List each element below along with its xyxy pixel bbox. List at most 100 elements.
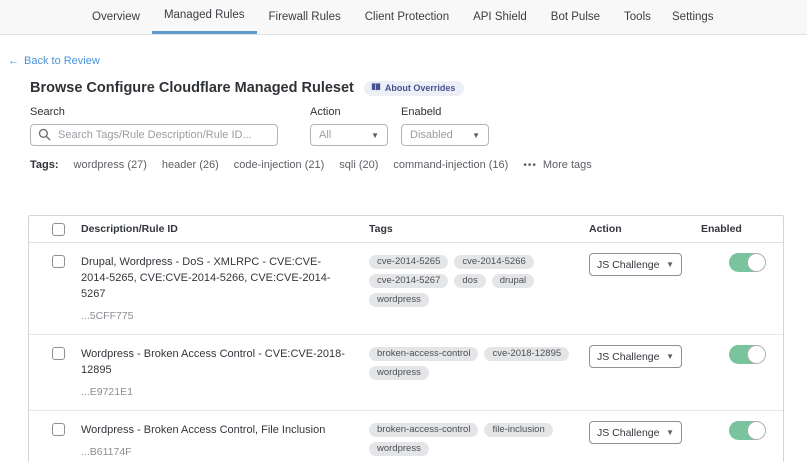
rule-action-select[interactable]: JS Challenge▼ <box>589 253 682 276</box>
row-checkbox[interactable] <box>52 347 65 360</box>
chevron-down-icon: ▼ <box>666 260 674 269</box>
rule-enabled-cell <box>701 411 783 462</box>
rule-tag-pill: cve-2014-5265 <box>369 255 448 269</box>
tag-filter-link[interactable]: code-injection (21) <box>234 159 325 171</box>
action-filter-value: All <box>319 129 331 141</box>
tab-api-shield[interactable]: API Shield <box>461 0 539 34</box>
rule-action-select[interactable]: JS Challenge▼ <box>589 345 682 368</box>
tag-filter-link[interactable]: sqli (20) <box>339 159 378 171</box>
about-overrides-badge[interactable]: About Overrides <box>364 81 465 96</box>
rule-description: Wordpress - Broken Access Control - CVE:… <box>81 347 349 379</box>
row-checkbox[interactable] <box>52 423 65 436</box>
chevron-down-icon: ▼ <box>371 131 379 140</box>
chevron-down-icon: ▼ <box>472 131 480 140</box>
enabled-filter-value: Disabled <box>410 129 453 141</box>
search-label: Search <box>30 106 278 118</box>
rule-tag-pill: broken-access-control <box>369 347 478 361</box>
tab-bot-pulse[interactable]: Bot Pulse <box>539 0 612 34</box>
rule-action-value: JS Challenge <box>597 427 659 439</box>
rule-tag-pill: wordpress <box>369 293 429 307</box>
more-tags-label: More tags <box>543 159 592 171</box>
table-body: Drupal, Wordpress - DoS - XMLRPC - CVE:C… <box>29 243 783 462</box>
more-tags-link[interactable]: ••• More tags <box>523 159 591 171</box>
rule-action-cell: JS Challenge▼ <box>589 335 701 410</box>
rule-description: Drupal, Wordpress - DoS - XMLRPC - CVE:C… <box>81 255 349 303</box>
toggle-knob <box>747 253 766 272</box>
enabled-toggle[interactable] <box>729 345 765 364</box>
chevron-down-icon: ▼ <box>666 428 674 437</box>
managed-ruleset-page: OverviewManaged RulesFirewall RulesClien… <box>0 0 807 462</box>
tag-filter-link[interactable]: header (26) <box>162 159 219 171</box>
tab-client-protection[interactable]: Client Protection <box>353 0 461 34</box>
search-icon <box>38 128 51 141</box>
table-row: Wordpress - Broken Access Control, File … <box>29 411 783 462</box>
nav-tabs: OverviewManaged RulesFirewall RulesClien… <box>80 0 663 34</box>
tag-filter-link[interactable]: wordpress (27) <box>74 159 147 171</box>
rule-tag-pill: cve-2014-5266 <box>454 255 533 269</box>
back-arrow-icon: ← <box>8 55 19 67</box>
rule-tags-cell: broken-access-control file-inclusion wordp… <box>369 411 589 462</box>
action-filter: Action All ▼ <box>310 106 388 146</box>
tab-settings[interactable]: Settings <box>672 0 714 34</box>
col-description: Description/Rule ID <box>81 223 369 235</box>
rule-enabled-cell <box>701 243 783 334</box>
tag-filter-link[interactable]: command-injection (16) <box>393 159 508 171</box>
rule-tag-pill: broken-access-control <box>369 423 478 437</box>
action-label: Action <box>310 106 388 118</box>
book-icon <box>371 83 381 92</box>
enabled-toggle[interactable] <box>729 253 765 272</box>
tags-bar: Tags: wordpress (27) header (26) code-inje… <box>30 159 592 171</box>
rule-description-cell: Drupal, Wordpress - DoS - XMLRPC - CVE:C… <box>81 243 369 334</box>
table-row: Wordpress - Broken Access Control - CVE:… <box>29 335 783 411</box>
rule-tags-cell: cve-2014-5265 cve-2014-5266 cve-2014-5267 d… <box>369 243 589 334</box>
col-enabled: Enabled <box>701 223 783 235</box>
rule-tag-pill: wordpress <box>369 442 429 456</box>
rule-tag-pill: dos <box>454 274 485 288</box>
table-header-row: Description/Rule ID Tags Action Enabled <box>29 216 783 243</box>
search-filter: Search <box>30 106 278 146</box>
ellipsis-icon: ••• <box>523 160 537 171</box>
row-checkbox-cell <box>29 243 81 334</box>
tab-managed-rules[interactable]: Managed Rules <box>152 0 257 34</box>
tab-overview[interactable]: Overview <box>80 0 152 34</box>
rules-table: Description/Rule ID Tags Action Enabled … <box>28 215 784 462</box>
rule-enabled-cell <box>701 335 783 410</box>
col-action: Action <box>589 223 701 235</box>
select-all-checkbox[interactable] <box>52 223 65 236</box>
toggle-knob <box>747 345 766 364</box>
rule-description-cell: Wordpress - Broken Access Control, File … <box>81 411 369 462</box>
enabled-label: Enabeld <box>401 106 489 118</box>
chevron-down-icon: ▼ <box>666 352 674 361</box>
badge-label: About Overrides <box>385 83 456 93</box>
tag-filter-links: wordpress (27) header (26) code-injection … <box>74 159 509 171</box>
rule-tag-pill: cve-2014-5267 <box>369 274 448 288</box>
search-input[interactable] <box>30 124 278 146</box>
back-to-review-link[interactable]: ← Back to Review <box>8 55 100 67</box>
action-filter-select[interactable]: All ▼ <box>310 124 388 146</box>
enabled-filter-select[interactable]: Disabled ▼ <box>401 124 489 146</box>
tab-firewall-rules[interactable]: Firewall Rules <box>257 0 353 34</box>
rule-id: ...E9721E1 <box>81 385 349 400</box>
table-row: Drupal, Wordpress - DoS - XMLRPC - CVE:C… <box>29 243 783 335</box>
rule-id: ...5CFF775 <box>81 309 349 324</box>
rule-id: ...B61174F <box>81 445 349 460</box>
top-nav: OverviewManaged RulesFirewall RulesClien… <box>0 0 807 35</box>
row-checkbox-cell <box>29 335 81 410</box>
col-tags: Tags <box>369 223 589 235</box>
rule-tag-pill: file-inclusion <box>484 423 552 437</box>
rule-action-select[interactable]: JS Challenge ▼ <box>589 421 682 444</box>
page-title: Browse Configure Cloudflare Managed Rule… <box>30 80 354 96</box>
enabled-toggle[interactable] <box>729 421 765 440</box>
rule-tag-pill: cve-2018-12895 <box>484 347 569 361</box>
tags-bar-label: Tags: <box>30 159 59 171</box>
rule-tags-cell: broken-access-controlcve-2018-12895wordp… <box>369 335 589 410</box>
rule-description-cell: Wordpress - Broken Access Control - CVE:… <box>81 335 369 410</box>
enabled-filter: Enabeld Disabled ▼ <box>401 106 489 146</box>
tab-tools[interactable]: Tools <box>612 0 663 34</box>
rule-tag-pill: drupal <box>492 274 534 288</box>
back-link-label: Back to Review <box>24 55 100 67</box>
rule-action-cell: JS Challenge▼ <box>589 243 701 334</box>
row-checkbox[interactable] <box>52 255 65 268</box>
rule-description: Wordpress - Broken Access Control, File … <box>81 423 349 439</box>
toggle-knob <box>747 421 766 440</box>
